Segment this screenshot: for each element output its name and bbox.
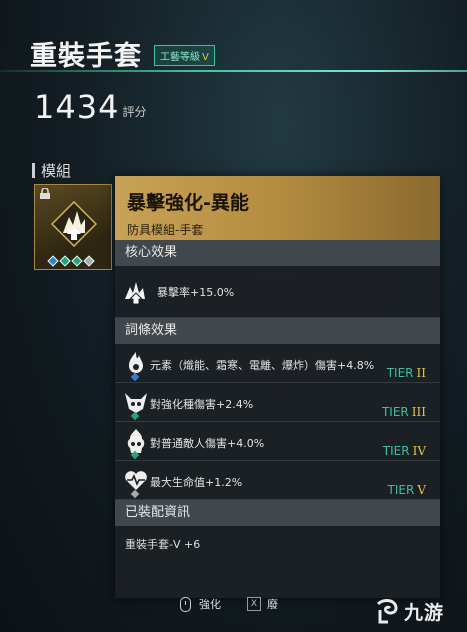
core-effect-row: 暴擊率+15.0% (115, 266, 440, 318)
equipped-item: 重裝手套-V +6 (125, 538, 201, 551)
grade-label: 工藝等級 (160, 52, 200, 63)
module-detail-panel: 暴擊強化-異能 防具模組-手套 核心效果 暴擊率+15.0% 詞條效果 元素（熾… (115, 176, 440, 598)
swirl-logo-icon (376, 599, 398, 624)
control-hints: 強化 X 廢 (180, 596, 278, 612)
tier-roman: II (416, 366, 426, 380)
module-type: 防具模組-手套 (127, 223, 204, 237)
tier-label: TIER (381, 405, 409, 419)
crit-module-emblem-icon (51, 201, 97, 247)
affix-text: 元素（熾能、霜寒、電離、爆炸）傷害+4.8% (150, 359, 375, 372)
affix-text: 對強化種傷害+2.4% (150, 398, 254, 411)
flame-skull-icon (127, 429, 145, 453)
module-tier-dots (47, 255, 95, 267)
elemental-flame-icon (129, 352, 143, 373)
item-title-row: 重裝手套 工藝等級 V (30, 34, 215, 73)
score-unit: 評分 (122, 105, 147, 119)
heading-bar (32, 163, 35, 178)
tier-roman: IV (412, 444, 426, 458)
affix-text: 最大生命值+1.2% (150, 476, 243, 489)
enhance-button[interactable]: 強化 (199, 596, 221, 612)
tier-dot (47, 255, 59, 267)
module-name: 暴擊強化-異能 (127, 192, 249, 214)
module-slot[interactable] (34, 184, 112, 270)
tier-dot (71, 255, 83, 267)
affix-text: 對普通敵人傷害+4.0% (150, 437, 265, 450)
core-effect-heading: 核心效果 (115, 240, 440, 266)
x-key-hint: X (247, 597, 261, 611)
grade-roman: V (202, 52, 209, 63)
title-divider (0, 70, 467, 72)
tier-roman: III (411, 405, 426, 419)
item-title: 重裝手套 (30, 41, 142, 72)
tier-label: TIER (387, 483, 415, 497)
mouse-icon (180, 596, 191, 612)
score-row: 1434 評分 (34, 88, 146, 126)
watermark: 九游 (374, 596, 460, 626)
tier-label: TIER (382, 444, 410, 458)
affix-heading: 詞條效果 (115, 318, 440, 344)
affix-row: 對普通敵人傷害+4.0% TIER IV (115, 422, 440, 461)
affix-row: 最大生命值+1.2% TIER V (115, 461, 440, 500)
score-value: 1434 (34, 88, 120, 126)
crit-burst-icon (125, 281, 145, 304)
tier-dot (83, 255, 95, 267)
equip-info-heading: 已裝配資訊 (115, 500, 440, 526)
watermark-text: 九游 (404, 601, 445, 624)
affix-row: 對強化種傷害+2.4% TIER III (115, 383, 440, 422)
affix-tier: TIER V (388, 483, 426, 497)
heart-pulse-icon (125, 471, 147, 490)
lock-icon[interactable] (39, 188, 51, 199)
modules-heading: 模組 (32, 160, 71, 181)
affix-row: 元素（熾能、霜寒、電離、爆炸）傷害+4.8% TIER II (115, 344, 440, 383)
tier-roman: V (417, 483, 426, 497)
tier-label: TIER (386, 366, 414, 380)
affix-tier: TIER II (387, 366, 426, 380)
horned-beast-icon (125, 393, 147, 413)
craft-grade-badge: 工藝等級 V (154, 45, 215, 66)
core-effect-text: 暴擊率+15.0% (157, 285, 235, 299)
affix-tier: TIER IV (383, 444, 426, 458)
modules-label: 模組 (41, 162, 72, 180)
module-header: 暴擊強化-異能 防具模組-手套 (115, 176, 440, 240)
tier-dot (59, 255, 71, 267)
x-action-label[interactable]: 廢 (267, 596, 278, 612)
affix-tier: TIER III (382, 405, 426, 419)
